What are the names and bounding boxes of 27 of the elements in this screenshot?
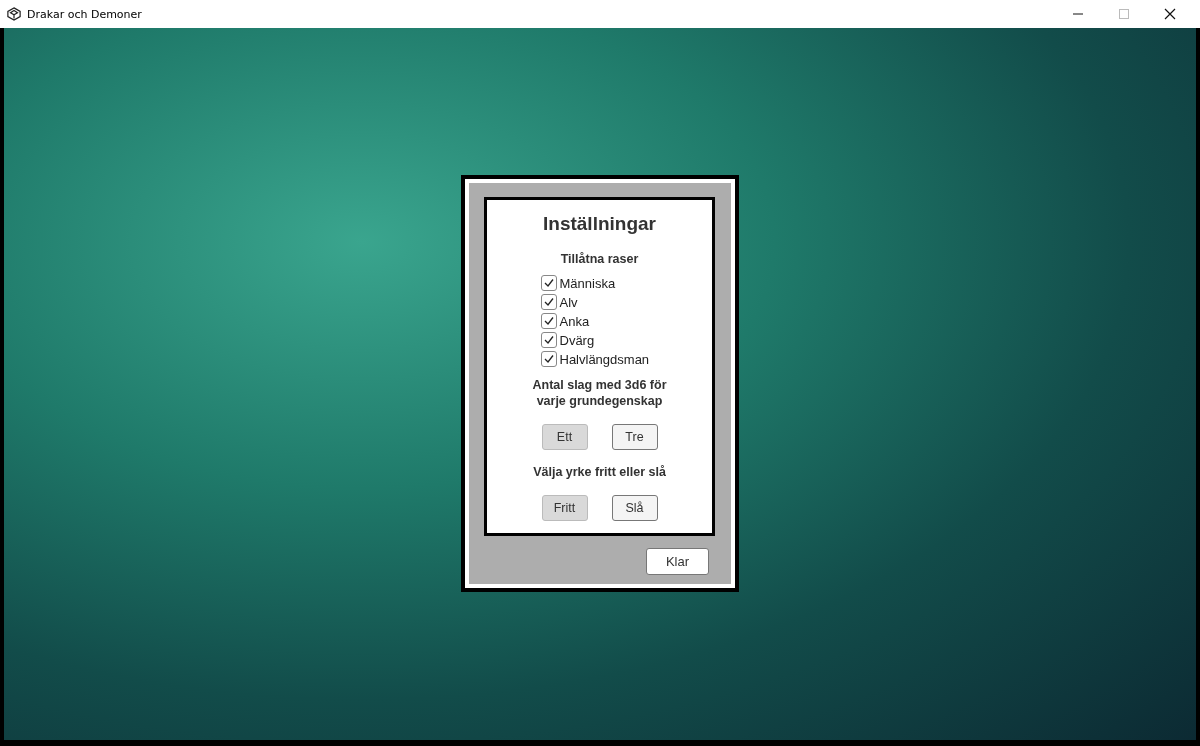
checkmark-icon: [542, 277, 555, 289]
checkmark-icon: [542, 353, 555, 365]
checkbox-label: Alv: [559, 294, 578, 310]
checkbox[interactable]: [540, 313, 557, 329]
app-logo-icon: [7, 7, 21, 21]
checkbox-label: Dvärg: [559, 332, 595, 348]
option-button[interactable]: Tre: [611, 424, 658, 450]
window-title: Drakar och Demoner: [27, 7, 142, 21]
checkbox-label: Halvlängdsman: [559, 351, 650, 367]
option-button[interactable]: Slå: [611, 495, 658, 521]
checkbox[interactable]: [540, 294, 557, 310]
checkbox-label: Människa: [559, 275, 616, 291]
option-button[interactable]: Ett: [541, 424, 588, 450]
checkbox-label: Anka: [559, 313, 590, 329]
checkmark-icon: [542, 334, 555, 346]
done-button[interactable]: Klar: [646, 548, 709, 575]
option-button[interactable]: Fritt: [541, 495, 588, 521]
checkmark-icon: [542, 315, 555, 327]
section-heading: Antal slag med 3d6 för varje grundegenskap: [531, 377, 668, 409]
checkmark-icon: [542, 296, 555, 308]
section-heading: Välja yrke fritt eller slå: [532, 464, 667, 480]
checkbox[interactable]: [540, 275, 557, 291]
section-heading: Tillåtna raser: [559, 251, 640, 267]
checkbox[interactable]: [540, 351, 557, 367]
close-icon[interactable]: [1164, 8, 1176, 20]
checkbox[interactable]: [540, 332, 557, 348]
dialog-title: Inställningar: [543, 213, 656, 235]
